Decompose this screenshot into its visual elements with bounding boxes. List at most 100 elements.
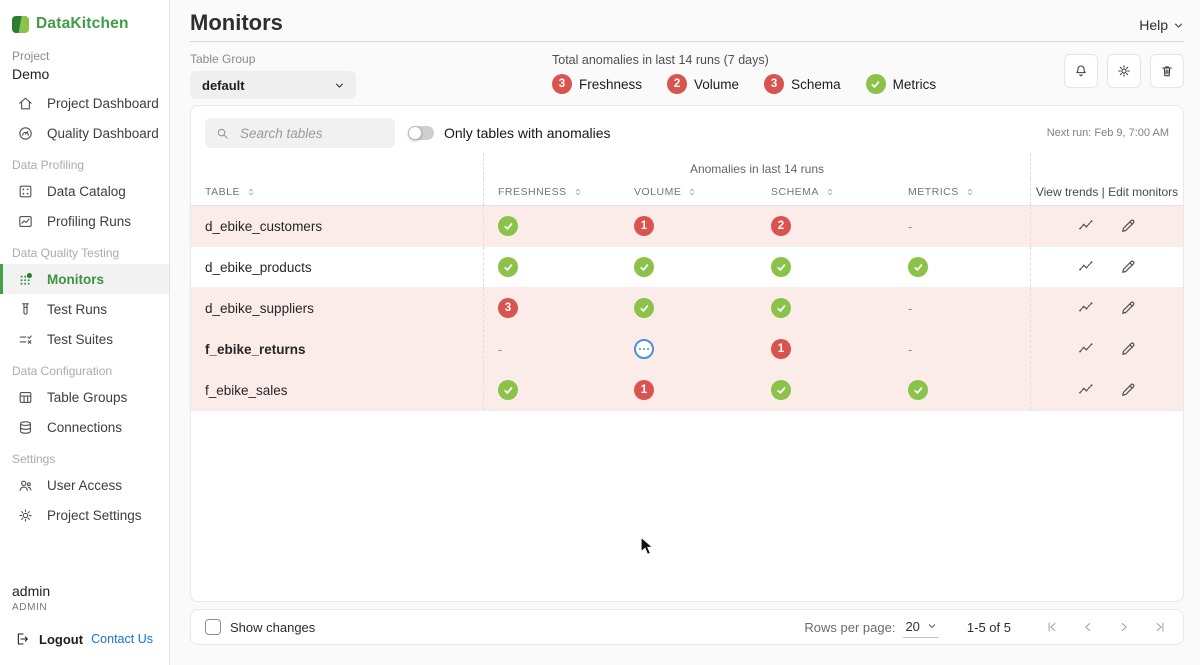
row-actions xyxy=(1030,370,1183,410)
sidebar-item-project-settings[interactable]: Project Settings xyxy=(0,500,169,530)
row-actions xyxy=(1030,288,1183,328)
monitor-table-body: d_ebike_customers12-d_ebike_productsd_eb… xyxy=(191,206,1183,411)
edit-monitors-icon[interactable] xyxy=(1119,217,1137,235)
chevron-down-icon xyxy=(927,621,937,631)
sidebar-item-quality-dashboard[interactable]: Quality Dashboard xyxy=(0,118,169,148)
bell-icon xyxy=(1073,63,1089,79)
trash-icon xyxy=(1159,63,1175,79)
help-menu[interactable]: Help xyxy=(1139,17,1184,36)
no-monitor-dash: - xyxy=(908,301,912,316)
anomaly-count-badge: 2 xyxy=(771,216,791,236)
show-changes-label: Show changes xyxy=(230,620,315,635)
table-group-select[interactable]: default xyxy=(190,71,356,99)
sidebar-item-test-runs[interactable]: Test Runs xyxy=(0,294,169,324)
monitors-icon xyxy=(17,271,34,288)
monitor-settings-button[interactable] xyxy=(1107,54,1141,88)
cell-freshness xyxy=(483,206,620,246)
summary-badge-label: Volume xyxy=(694,77,739,92)
sidebar-item-label: User Access xyxy=(47,478,122,493)
column-header-volume[interactable]: VOLUME xyxy=(620,179,757,205)
table-row[interactable]: d_ebike_customers12- xyxy=(191,206,1183,247)
prev-page-button[interactable] xyxy=(1081,620,1095,634)
column-header-freshness[interactable]: FRESHNESS xyxy=(483,179,620,205)
chevron-down-icon xyxy=(1173,20,1184,31)
next-page-button[interactable] xyxy=(1117,620,1131,634)
contact-us-link[interactable]: Contact Us xyxy=(91,632,153,646)
catalog-icon xyxy=(17,183,34,200)
view-trends-icon[interactable] xyxy=(1077,217,1095,235)
row-actions xyxy=(1030,206,1183,246)
logout-label: Logout xyxy=(39,632,83,647)
sort-icon[interactable] xyxy=(825,187,835,197)
cell-metrics: - xyxy=(894,206,1030,246)
search-box[interactable] xyxy=(205,118,395,148)
chevron-down-icon xyxy=(334,80,345,91)
gauge-icon xyxy=(17,125,34,142)
check-ok-badge xyxy=(498,380,518,400)
cell-schema: 2 xyxy=(757,206,894,246)
sort-icon[interactable] xyxy=(965,187,975,197)
anomalies-only-toggle[interactable] xyxy=(408,126,434,140)
anomaly-count-badge: 1 xyxy=(634,380,654,400)
logout-button[interactable]: Logout xyxy=(14,631,83,647)
sidebar: DataKitchen Project Demo Project Dashboa… xyxy=(0,0,170,665)
sidebar-item-profiling-runs[interactable]: Profiling Runs xyxy=(0,206,169,236)
edit-monitors-icon[interactable] xyxy=(1119,381,1137,399)
column-header-schema[interactable]: SCHEMA xyxy=(757,179,894,205)
sidebar-item-table-groups[interactable]: Table Groups xyxy=(0,382,169,412)
sidebar-item-project-dashboard[interactable]: Project Dashboard xyxy=(0,88,169,118)
anomaly-count-badge: 1 xyxy=(634,216,654,236)
brand-logo[interactable]: DataKitchen xyxy=(0,0,169,41)
first-page-button[interactable] xyxy=(1045,620,1059,634)
delete-button[interactable] xyxy=(1150,54,1184,88)
edit-monitors-icon[interactable] xyxy=(1119,340,1137,358)
edit-monitors-icon[interactable] xyxy=(1119,258,1137,276)
sidebar-item-test-suites[interactable]: Test Suites xyxy=(0,324,169,354)
table-footer: Show changes Rows per page: 20 1-5 of 5 xyxy=(190,609,1184,645)
actions-column-header: View trends | Edit monitors xyxy=(1030,179,1183,205)
sidebar-item-connections[interactable]: Connections xyxy=(0,412,169,442)
sort-icon[interactable] xyxy=(246,187,256,197)
cell-volume xyxy=(620,329,757,369)
sidebar-item-label: Project Settings xyxy=(47,508,142,523)
sort-icon[interactable] xyxy=(573,187,583,197)
sidebar-item-monitors[interactable]: Monitors xyxy=(0,264,169,294)
view-trends-icon[interactable] xyxy=(1077,258,1095,276)
pending-ellipsis-badge xyxy=(634,339,654,359)
sidebar-section-header: Data Quality Testing xyxy=(0,236,169,264)
sidebar-item-label: Quality Dashboard xyxy=(47,126,159,141)
help-label: Help xyxy=(1139,17,1168,33)
column-label: METRICS xyxy=(908,186,959,198)
table-row[interactable]: d_ebike_suppliers3- xyxy=(191,288,1183,329)
rows-per-page-select[interactable]: 20 xyxy=(903,617,938,638)
edit-monitors-icon[interactable] xyxy=(1119,299,1137,317)
table-row[interactable]: f_ebike_returns-1- xyxy=(191,329,1183,370)
pagination-controls: Rows per page: 20 1-5 of 5 xyxy=(804,617,1167,638)
sidebar-item-data-catalog[interactable]: Data Catalog xyxy=(0,176,169,206)
row-actions xyxy=(1030,247,1183,287)
view-trends-icon[interactable] xyxy=(1077,340,1095,358)
user-role: ADMIN xyxy=(0,599,169,621)
view-trends-icon[interactable] xyxy=(1077,381,1095,399)
cell-metrics xyxy=(894,370,1030,410)
datakitchen-logo-icon xyxy=(12,16,29,33)
summary-badge-label: Schema xyxy=(791,77,841,92)
sidebar-item-user-access[interactable]: User Access xyxy=(0,470,169,500)
anomalies-toggle-wrap: Only tables with anomalies xyxy=(408,125,611,141)
show-changes-checkbox[interactable] xyxy=(205,619,221,635)
sort-icon[interactable] xyxy=(687,187,697,197)
check-ok-badge xyxy=(634,298,654,318)
last-page-button[interactable] xyxy=(1153,620,1167,634)
table-row[interactable]: f_ebike_sales1 xyxy=(191,370,1183,411)
search-input[interactable] xyxy=(238,125,378,142)
view-trends-icon[interactable] xyxy=(1077,299,1095,317)
notifications-button[interactable] xyxy=(1064,54,1098,88)
user-name: admin xyxy=(0,577,169,599)
column-header-table[interactable]: TABLE xyxy=(191,179,483,205)
brand-name: DataKitchen xyxy=(36,15,129,33)
table-row[interactable]: d_ebike_products xyxy=(191,247,1183,288)
column-header-metrics[interactable]: METRICS xyxy=(894,179,1030,205)
toggle-knob xyxy=(408,126,422,140)
gear-icon xyxy=(17,507,34,524)
sidebar-item-label: Table Groups xyxy=(47,390,127,405)
